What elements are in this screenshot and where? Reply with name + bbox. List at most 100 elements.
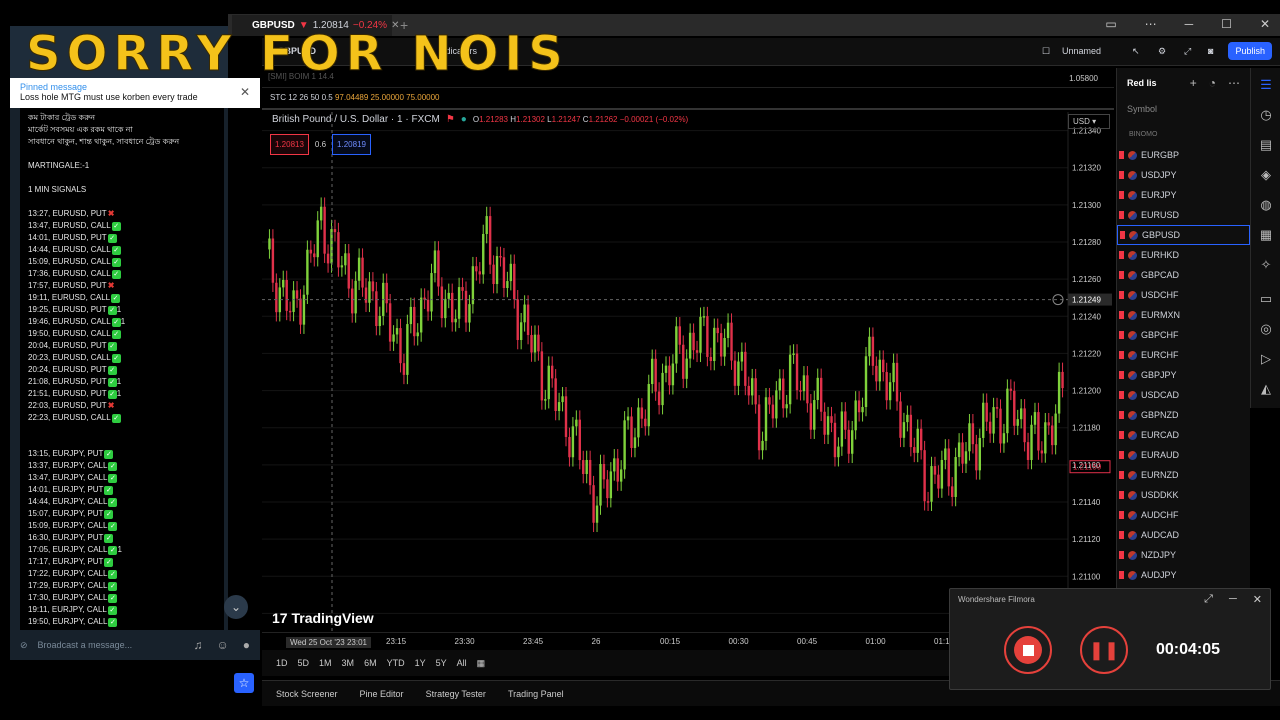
flag-icon[interactable] xyxy=(1119,191,1124,199)
close-pinned-icon[interactable]: ✕ xyxy=(240,85,250,99)
attach-icon[interactable]: ⊘ xyxy=(20,640,28,651)
flag-icon[interactable] xyxy=(1119,531,1124,539)
recorder-minimize-icon[interactable]: ─ xyxy=(1229,593,1237,606)
watchlist-row[interactable]: EURGBP xyxy=(1117,145,1250,165)
watchlist-row[interactable]: AUDJPY xyxy=(1117,565,1250,585)
calendar-icon[interactable]: ▦ xyxy=(1257,226,1275,244)
streams-icon[interactable]: ◎ xyxy=(1257,320,1275,338)
goto-date-icon[interactable]: ▦ xyxy=(477,658,486,669)
notifications-bell-icon[interactable]: ◭ xyxy=(1257,380,1275,398)
buy-button[interactable]: 1.20819 xyxy=(332,134,371,155)
flag-icon[interactable] xyxy=(1119,451,1124,459)
range-button-ytd[interactable]: YTD xyxy=(387,658,405,668)
cast-icon[interactable]: ▭ xyxy=(1105,17,1116,31)
watchlist-row[interactable]: GBPNZD xyxy=(1117,405,1250,425)
watchlist-row[interactable]: GBPCHF xyxy=(1117,325,1250,345)
watchlist-row[interactable]: EURNZD xyxy=(1117,465,1250,485)
flag-icon[interactable] xyxy=(1119,171,1124,179)
watchlist-row[interactable]: GBPCAD xyxy=(1117,265,1250,285)
flag-icon[interactable] xyxy=(1119,291,1124,299)
watchlist-row[interactable]: EURMXN xyxy=(1117,305,1250,325)
range-button-1m[interactable]: 1M xyxy=(319,658,332,668)
stop-record-button[interactable] xyxy=(1004,626,1052,674)
bell-icon[interactable]: ♫ xyxy=(193,638,202,652)
flag-icon[interactable] xyxy=(1119,271,1124,279)
range-button-3m[interactable]: 3M xyxy=(342,658,355,668)
watchlist-row[interactable]: USDDKK xyxy=(1117,485,1250,505)
minimize-button[interactable]: ─ xyxy=(1185,17,1194,31)
flag-icon[interactable] xyxy=(1119,411,1124,419)
watchlist-row[interactable]: EURCHF xyxy=(1117,345,1250,365)
watchlist-row[interactable]: EURJPY xyxy=(1117,185,1250,205)
favorites-star-icon[interactable]: ☆ xyxy=(234,673,254,693)
ideas-lightbulb-icon[interactable]: ✧ xyxy=(1257,256,1275,274)
chat-icon[interactable]: ▭ xyxy=(1257,290,1275,308)
watchlist-row[interactable]: AUDCAD xyxy=(1117,525,1250,545)
range-button-all[interactable]: All xyxy=(457,658,467,668)
maximize-button[interactable]: ☐ xyxy=(1221,17,1232,31)
watchlist-row[interactable]: USDJPY xyxy=(1117,165,1250,185)
flag-icon[interactable] xyxy=(1120,231,1125,239)
price-chart[interactable]: 1.21340 1.21320 1.21300 1.21280 1.21260 1.212… xyxy=(262,112,1114,632)
watchlist-row[interactable]: GBPJPY xyxy=(1117,365,1250,385)
layout-checkbox-icon[interactable]: ☐ xyxy=(1042,46,1050,57)
watchlist-row[interactable]: NZDJPY xyxy=(1117,545,1250,565)
flag-icon[interactable] xyxy=(1119,571,1124,579)
flag-icon[interactable] xyxy=(1119,311,1124,319)
range-button-5y[interactable]: 5Y xyxy=(436,658,447,668)
candlestick-chart-svg[interactable]: 1.213401.213201.213001.212801.212601.212… xyxy=(262,112,1114,632)
watchlist-icon[interactable]: ☰ xyxy=(1257,76,1275,94)
watchlist-row[interactable]: AUDCHF xyxy=(1117,505,1250,525)
bottom-tab[interactable]: Strategy Tester xyxy=(426,689,486,699)
add-symbol-icon[interactable]: + xyxy=(1190,76,1197,90)
range-button-1y[interactable]: 1Y xyxy=(415,658,426,668)
watchlist-row[interactable]: EURCAD xyxy=(1117,425,1250,445)
flag-icon[interactable] xyxy=(1119,211,1124,219)
watchlist-row[interactable]: EURAUD xyxy=(1117,445,1250,465)
watchlist-row[interactable]: USDCAD xyxy=(1117,385,1250,405)
bottom-tab[interactable]: Trading Panel xyxy=(508,689,564,699)
watchlist-row[interactable]: EURUSD xyxy=(1117,205,1250,225)
flag-icon[interactable] xyxy=(1119,431,1124,439)
sell-button[interactable]: 1.20813 xyxy=(270,134,309,155)
camera-icon[interactable]: ◙ xyxy=(1208,46,1213,56)
mic-icon[interactable]: ● xyxy=(243,638,250,652)
range-button-1d[interactable]: 1D xyxy=(276,658,288,668)
publish-button[interactable]: Publish xyxy=(1228,42,1272,60)
watchlist-row[interactable]: USDCHF xyxy=(1117,285,1250,305)
flag-icon[interactable] xyxy=(1119,551,1124,559)
more-icon[interactable]: ⋯ xyxy=(1145,17,1157,31)
bottom-tab[interactable]: Stock Screener xyxy=(276,689,338,699)
close-window-button[interactable]: ✕ xyxy=(1260,17,1270,31)
bottom-tab[interactable]: Pine Editor xyxy=(360,689,404,699)
pause-record-button[interactable]: ❚❚ xyxy=(1080,626,1128,674)
watchlist-row[interactable]: EURHKD xyxy=(1117,245,1250,265)
flag-icon[interactable] xyxy=(1119,351,1124,359)
data-window-icon[interactable]: ▤ xyxy=(1257,136,1275,154)
layout-name[interactable]: Unnamed xyxy=(1062,46,1101,56)
currency-select[interactable]: USD ▾ xyxy=(1068,114,1110,129)
range-button-5d[interactable]: 5D xyxy=(298,658,310,668)
flag-icon[interactable] xyxy=(1119,371,1124,379)
watchlist-title[interactable]: Red lis xyxy=(1127,78,1157,88)
advanced-view-icon[interactable]: ◔ xyxy=(1209,76,1216,90)
cursor-icon[interactable]: ↖ xyxy=(1132,46,1140,57)
play-icon[interactable]: ▷ xyxy=(1257,350,1275,368)
range-button-6m[interactable]: 6M xyxy=(364,658,377,668)
flag-icon[interactable] xyxy=(1119,251,1124,259)
fullscreen-icon[interactable]: ⤢ xyxy=(1184,46,1191,57)
flag-icon[interactable] xyxy=(1119,471,1124,479)
watchlist-group[interactable]: BINOMO xyxy=(1129,131,1157,138)
flag-icon[interactable] xyxy=(1119,491,1124,499)
message-input-bar[interactable]: ⊘ Broadcast a message... ♫ ☺ ● xyxy=(10,630,260,660)
recorder-expand-icon[interactable]: ⤢ xyxy=(1204,593,1213,606)
emoji-icon[interactable]: ☺ xyxy=(216,638,228,652)
flag-icon[interactable] xyxy=(1119,151,1124,159)
hotlist-icon[interactable]: ◍ xyxy=(1257,196,1275,214)
settings-gear-icon[interactable]: ⚙ xyxy=(1158,46,1166,57)
flag-icon[interactable] xyxy=(1119,331,1124,339)
recorder-close-icon[interactable]: ✕ xyxy=(1253,593,1262,606)
scroll-down-button[interactable]: ⌄ xyxy=(224,595,248,619)
alert-clock-icon[interactable]: ◷ xyxy=(1257,106,1275,124)
flag-icon[interactable] xyxy=(1119,511,1124,519)
